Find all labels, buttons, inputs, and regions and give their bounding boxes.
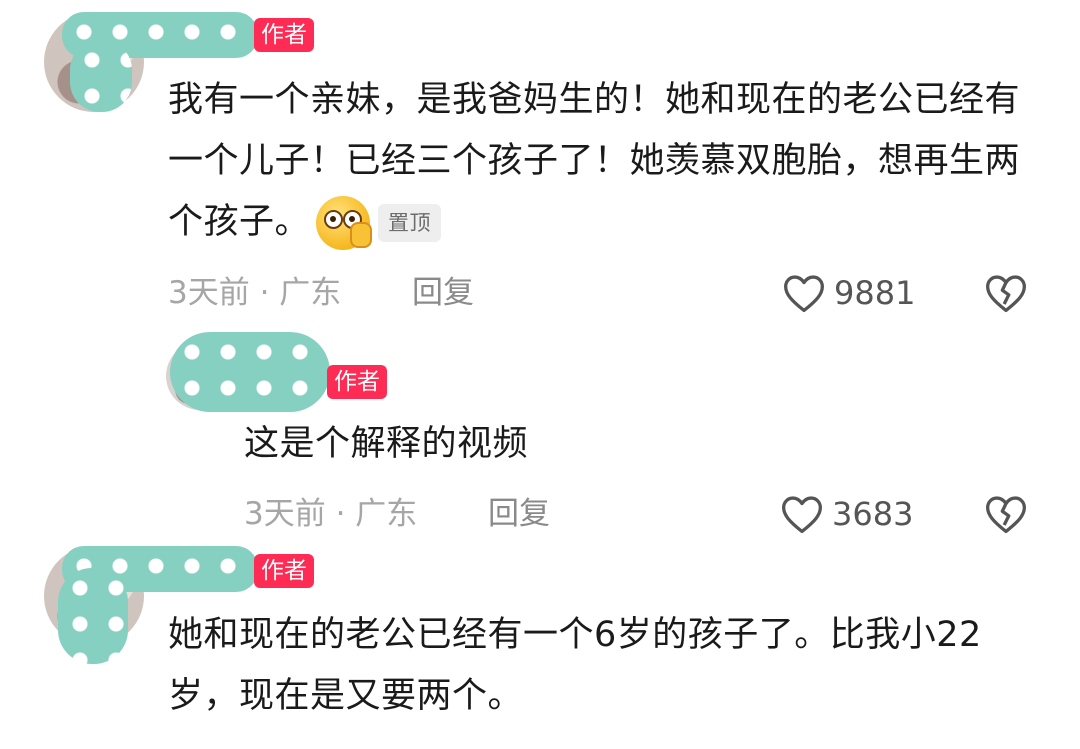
like-button[interactable] <box>780 493 824 535</box>
like-count: 3683 <box>832 495 914 533</box>
author-badge: 作者 <box>254 554 314 588</box>
author-badge: 作者 <box>254 18 314 52</box>
redacted-avatar-overlay <box>58 568 128 664</box>
comment-text: 我有一个亲妹，是我爸妈生的！她和现在的老公已经有一个儿子！已经三个孩子了！她羡慕… <box>168 70 1038 253</box>
pinned-badge: 置顶 <box>378 204 442 242</box>
broken-heart-icon <box>986 275 1026 313</box>
like-count: 9881 <box>834 274 916 312</box>
comment-text: 她和现在的老公已经有一个6岁的孩子了。比我小22岁，现在是又要两个。 <box>168 615 982 716</box>
smiling-face-with-hand-emoji-icon <box>316 196 373 250</box>
author-badge: 作者 <box>327 365 387 399</box>
comment-meta: 3天前 · 广东 <box>244 496 418 532</box>
dislike-button[interactable] <box>984 272 1028 314</box>
reply-button[interactable]: 回复 <box>412 273 474 313</box>
heart-icon <box>782 496 822 534</box>
comment-text: 这是个解释的视频 <box>244 424 529 464</box>
reply-button[interactable]: 回复 <box>488 494 550 534</box>
dislike-button[interactable] <box>984 493 1028 535</box>
heart-icon <box>784 275 824 313</box>
like-button[interactable] <box>782 272 826 314</box>
comment-meta: 3天前 · 广东 <box>168 275 342 311</box>
redacted-avatar-overlay <box>70 40 132 112</box>
broken-heart-icon <box>986 496 1026 534</box>
redacted-username <box>170 332 330 412</box>
